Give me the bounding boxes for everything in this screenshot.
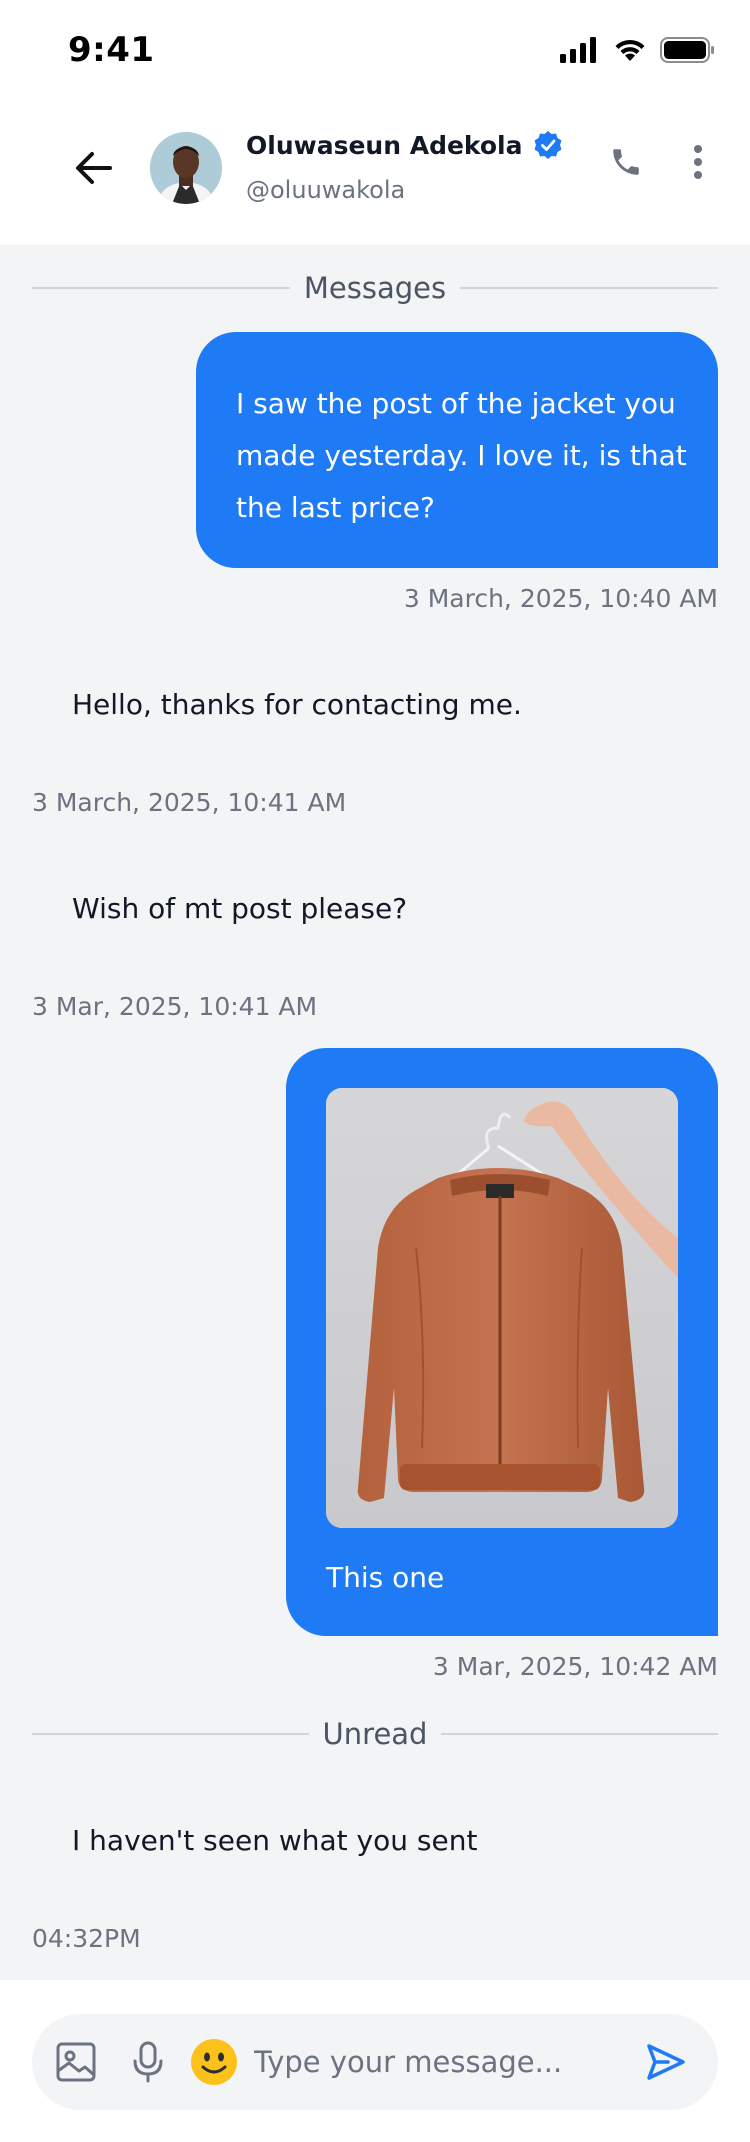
jacket-image xyxy=(326,1088,678,1528)
call-button[interactable] xyxy=(604,140,648,184)
divider-line xyxy=(441,1733,719,1735)
more-vertical-icon xyxy=(694,145,702,179)
send-icon xyxy=(647,2044,685,2080)
divider-line xyxy=(32,287,290,289)
status-icons xyxy=(560,36,716,64)
message-composer xyxy=(32,2014,718,2110)
wifi-icon xyxy=(615,39,645,61)
message-timestamp: 3 Mar, 2025, 10:42 AM xyxy=(432,1652,718,1681)
chat-header: Oluwaseun Adekola @oluuwakola xyxy=(0,100,750,245)
incoming-message[interactable]: Hello, thanks for contacting me. xyxy=(72,688,522,721)
more-options-button[interactable] xyxy=(678,140,718,184)
contact-handle: @oluuwakola xyxy=(246,176,406,204)
incoming-message[interactable]: I haven't seen what you sent xyxy=(72,1824,477,1857)
outgoing-image-message-bubble[interactable]: This one xyxy=(286,1048,718,1636)
message-text: I saw the post of the jacket you made ye… xyxy=(236,387,687,524)
back-arrow-icon xyxy=(76,152,112,184)
messages-section-label: Messages xyxy=(303,271,447,305)
outgoing-message-bubble[interactable]: I saw the post of the jacket you made ye… xyxy=(196,332,718,568)
unread-section-label: Unread xyxy=(322,1717,428,1751)
emoji-button[interactable] xyxy=(188,2036,240,2088)
phone-icon xyxy=(613,149,639,175)
image-icon xyxy=(56,2042,96,2082)
status-time: 9:41 xyxy=(68,30,155,70)
verified-badge-icon xyxy=(534,131,561,159)
microphone-icon xyxy=(133,2041,163,2083)
message-input[interactable] xyxy=(254,2036,624,2088)
cellular-signal-icon xyxy=(560,37,596,63)
attach-image-button[interactable] xyxy=(52,2038,100,2086)
contact-name-row: Oluwaseun Adekola xyxy=(246,130,563,160)
message-timestamp: 3 Mar, 2025, 10:41 AM xyxy=(32,992,318,1021)
message-timestamp: 3 March, 2025, 10:41 AM xyxy=(32,788,347,817)
message-timestamp: 04:32PM xyxy=(32,1924,141,1953)
jacket-photo[interactable] xyxy=(326,1088,678,1528)
image-caption: This one xyxy=(326,1561,445,1594)
incoming-message[interactable]: Wish of mt post please? xyxy=(72,892,407,925)
avatar[interactable] xyxy=(150,132,222,204)
divider-line xyxy=(32,1733,309,1735)
divider-line xyxy=(460,287,718,289)
messages-divider: Messages xyxy=(32,268,718,308)
avatar-image xyxy=(150,132,222,204)
chat-screen: 9:41 Oluwaseun Adekola @oluuwakola Messa… xyxy=(0,0,750,2142)
status-bar: 9:41 xyxy=(0,0,750,100)
composer-area xyxy=(0,1980,750,2142)
send-button[interactable] xyxy=(640,2038,692,2086)
unread-divider: Unread xyxy=(32,1714,719,1754)
voice-message-button[interactable] xyxy=(128,2038,168,2086)
back-button[interactable] xyxy=(70,144,118,192)
emoji-icon xyxy=(191,2039,237,2085)
battery-icon xyxy=(660,37,714,63)
message-timestamp: 3 March, 2025, 10:40 AM xyxy=(403,584,718,613)
contact-name: Oluwaseun Adekola xyxy=(246,130,523,160)
